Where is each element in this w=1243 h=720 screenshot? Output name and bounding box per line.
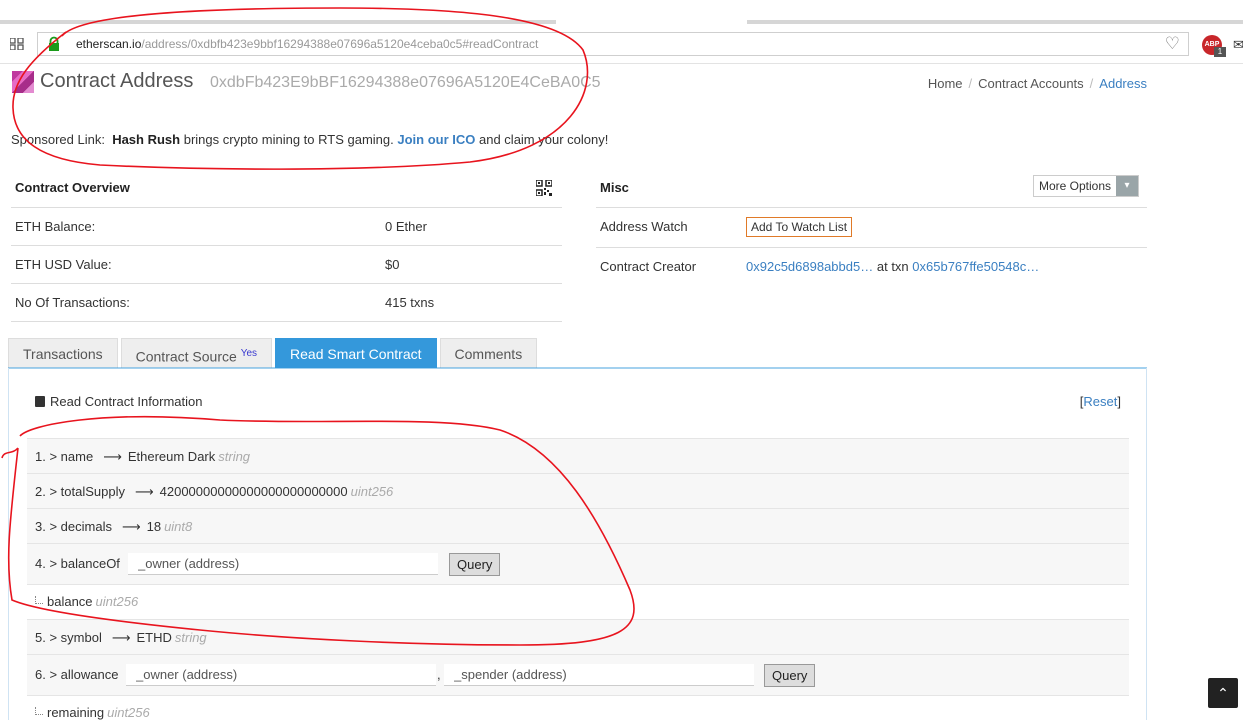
comma-separator: , [437, 667, 441, 682]
query-button[interactable]: Query [764, 664, 816, 687]
overview-row-balance: ETH Balance: 0 Ether [11, 208, 562, 246]
breadcrumb-contract-accounts[interactable]: Contract Accounts [978, 76, 1084, 91]
contract-address: 0xdbFb423E9bBF16294388e07696A5120E4CeBA0… [210, 74, 601, 91]
breadcrumb-home[interactable]: Home [928, 76, 963, 91]
overview-row-txns: No Of Transactions: 415 txns [11, 284, 562, 322]
breadcrumb: Home / Contract Accounts / Address [927, 76, 1147, 91]
owner-address-input[interactable] [128, 553, 438, 575]
tab-contract-source[interactable]: Contract Source Yes [120, 338, 273, 368]
owner-address-input[interactable] [126, 664, 436, 686]
tab-read-smart-contract[interactable]: Read Smart Contract [275, 338, 437, 368]
contract-logo-icon [12, 71, 34, 93]
sponsor-prefix: Sponsored Link: [11, 132, 105, 147]
misc-row-watch: Address Watch Add To Watch List [596, 208, 1147, 248]
browser-toolbar: etherscan.io/address/0xdbfb423e9bbf16294… [0, 24, 1243, 64]
spender-address-input[interactable] [444, 664, 754, 686]
overview-row-usd: ETH USD Value: $0 [11, 246, 562, 284]
breadcrumb-address[interactable]: Address [1099, 76, 1147, 91]
apps-grid-icon[interactable] [10, 38, 24, 50]
more-options-dropdown[interactable]: More Options ▾ [1032, 175, 1139, 197]
sponsor-ico-link[interactable]: Join our ICO [397, 132, 475, 147]
function-row-totalsupply: 2. > totalSupply ⟶ 42000000000000000000000… [27, 473, 1129, 508]
tree-connector [35, 596, 43, 604]
read-contract-heading: Read Contract Information [35, 394, 202, 409]
chevron-down-icon: ▾ [1116, 176, 1138, 196]
sponsor-brand: Hash Rush [112, 132, 181, 147]
function-row-allowance: 6. > allowance , Query [27, 654, 1129, 695]
adblock-count-badge: 1 [1214, 47, 1226, 57]
query-button[interactable]: Query [449, 553, 501, 576]
url-text: etherscan.io/address/0xdbfb423e9bbf16294… [76, 37, 539, 51]
add-to-watch-list-button[interactable]: Add To Watch List [746, 216, 853, 237]
creator-txn-link[interactable]: 0x65b767ffe50548c… [912, 259, 1039, 274]
contract-overview-heading: Contract Overview [11, 168, 562, 208]
page-title: Contract Address [40, 70, 194, 92]
function-output-balance: balance uint256 [27, 584, 1129, 619]
function-row-balanceof: 4. > balanceOf Query [27, 543, 1129, 584]
function-row-decimals: 3. > decimals ⟶ 18 uint8 [27, 508, 1129, 543]
function-output-remaining: remaining uint256 [27, 695, 1129, 720]
address-bar[interactable]: etherscan.io/address/0xdbfb423e9bbf16294… [37, 32, 1189, 56]
browser-tabstrip [0, 0, 1243, 24]
function-row-symbol: 5. > symbol ⟶ ETHD string [27, 619, 1129, 654]
sponsored-link: Sponsored Link: Hash Rush brings crypto … [11, 132, 608, 147]
qr-code-icon[interactable] [536, 180, 552, 196]
sponsor-suffix: and claim your colony! [479, 132, 609, 147]
lock-icon [49, 36, 59, 51]
misc-panel: Misc More Options ▾ Address Watch Add To … [596, 168, 1147, 288]
misc-row-creator: Contract Creator 0x92c5d6898abbd5… at tx… [600, 259, 1040, 274]
reset-link[interactable]: Reset [1083, 394, 1117, 409]
read-contract-panel: Read Contract Information [Reset] 1. > n… [8, 368, 1147, 720]
creator-address-link[interactable]: 0x92c5d6898abbd5… [746, 259, 873, 274]
scroll-to-top-button[interactable]: ⌃ [1208, 678, 1238, 708]
book-icon [35, 396, 45, 407]
tab-bar: Transactions Contract Source Yes Read Sm… [8, 338, 540, 368]
contract-overview-panel: Contract Overview ETH Balance: 0 Ether ET… [11, 168, 562, 322]
extension-icon[interactable]: ✉ [1233, 37, 1243, 53]
tree-connector [35, 707, 43, 715]
verified-badge: Yes [240, 348, 258, 359]
tab-transactions[interactable]: Transactions [8, 338, 118, 368]
function-row-name: 1. > name ⟶ Ethereum Dark string [27, 438, 1129, 473]
tab-comments[interactable]: Comments [439, 338, 538, 368]
sponsor-text: brings crypto mining to RTS gaming. [183, 132, 394, 147]
bookmark-heart-icon[interactable]: ♡ [1165, 35, 1180, 53]
reset-link-wrap: [Reset] [1079, 394, 1121, 409]
